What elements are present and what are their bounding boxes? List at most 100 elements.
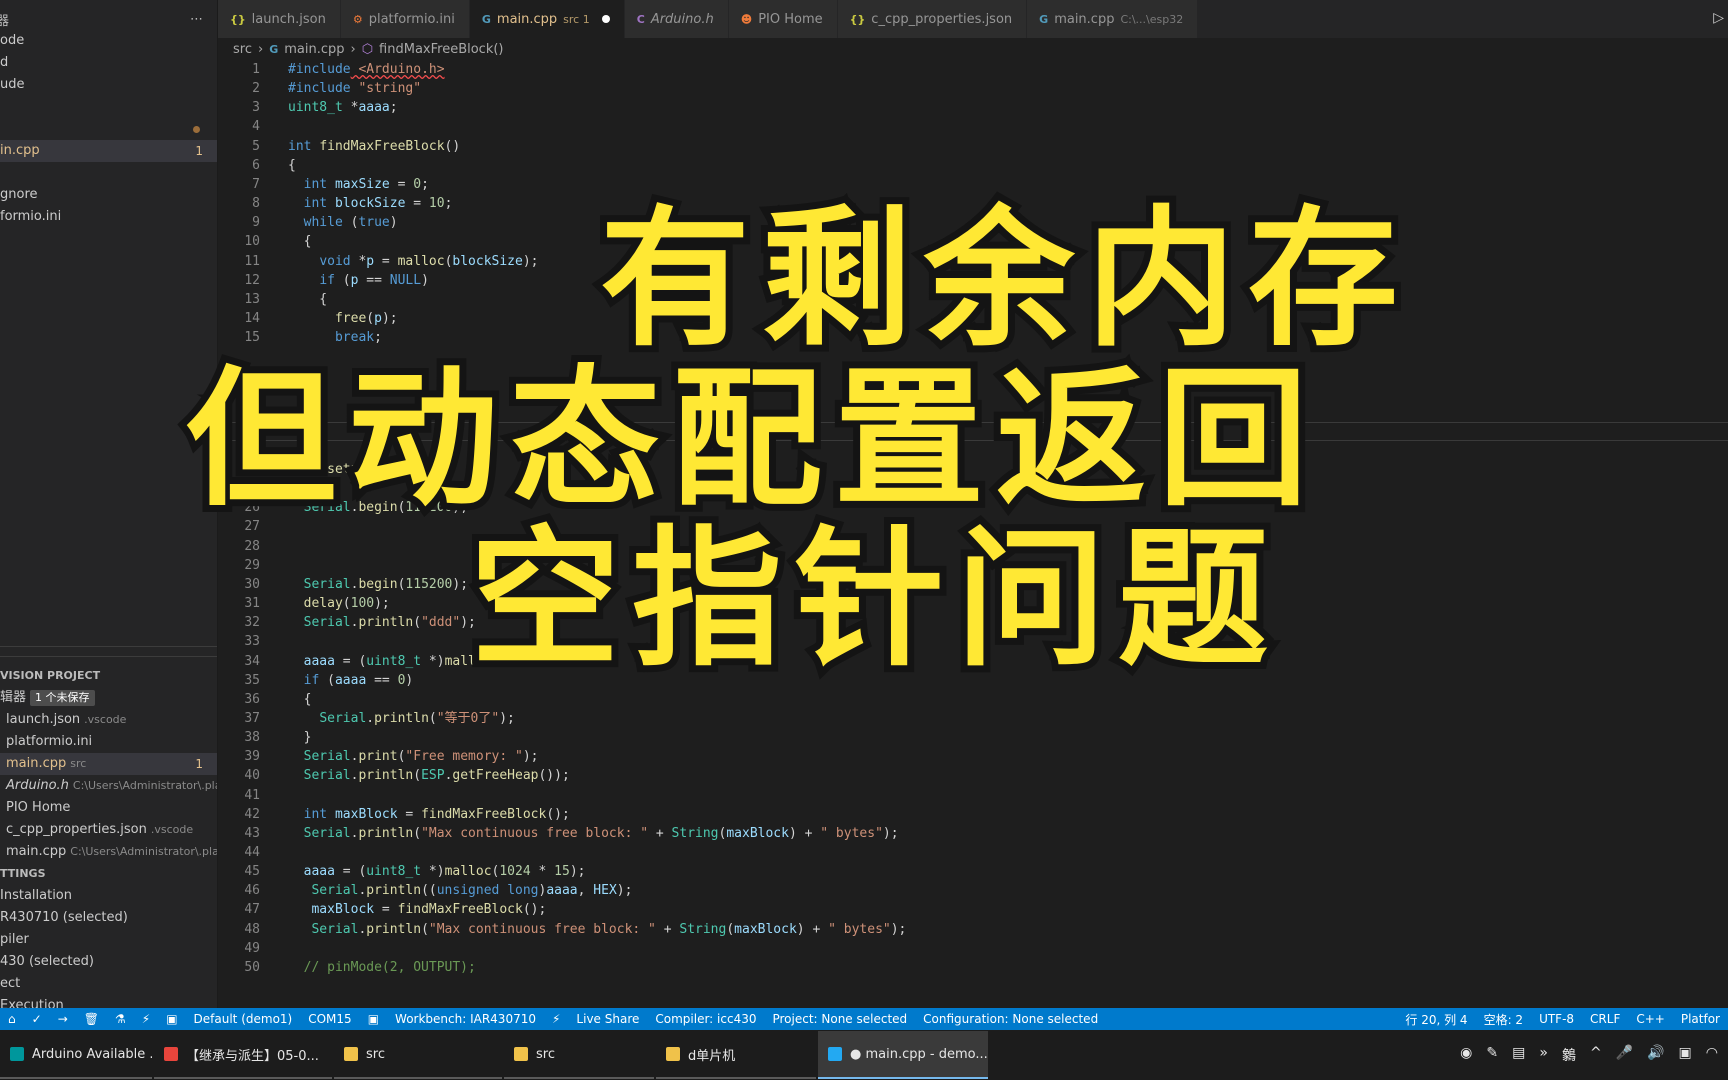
code-editor[interactable]: 1 #include <Arduino.h> 2 #include "string" 3… <box>218 60 1728 1008</box>
code-line[interactable]: 4 <box>218 117 288 136</box>
breadcrumb-folder[interactable]: src <box>233 42 252 57</box>
status-item[interactable]: ⚡ <box>544 1012 568 1026</box>
project-section-header[interactable]: VISION PROJECT <box>0 665 217 687</box>
open-editor-item[interactable]: Arduino.h C:\Users\Administrator\.pla... <box>0 775 217 797</box>
tab-main-cpp[interactable]: Gmain.cpp C:\...\esp32 <box>1027 0 1199 38</box>
tab-platformio-ini[interactable]: ⚙ platformio.ini <box>340 0 470 38</box>
code-line[interactable]: 2 #include "string" <box>218 79 421 98</box>
explorer-item[interactable]: gnore <box>0 184 217 206</box>
open-editor-item[interactable]: main.cpp C:\Users\Administrator\.pla... <box>0 841 217 863</box>
code-line[interactable]: 24 void setup() <box>218 460 382 479</box>
open-editor-item[interactable]: platformio.ini <box>0 731 217 753</box>
code-line[interactable]: 7 int maxSize = 0; <box>218 175 429 194</box>
settings-section-header[interactable]: TTINGS <box>0 863 217 885</box>
status-item[interactable]: Live Share <box>568 1012 647 1026</box>
tab-main-cpp[interactable]: Gmain.cpp src 1 <box>469 0 625 38</box>
taskbar-item[interactable]: 【继承与派生】05-0... <box>154 1031 332 1079</box>
code-line[interactable]: 32 Serial.println("ddd"); <box>218 613 476 632</box>
taskbar-item[interactable]: ● main.cpp - demo... <box>818 1031 988 1079</box>
explorer-item[interactable]: ode <box>0 30 217 52</box>
status-item[interactable]: 空格: 2 <box>1476 1011 1532 1028</box>
taskbar-item[interactable]: src <box>504 1031 654 1079</box>
settings-item[interactable]: Installation <box>0 885 217 907</box>
code-line[interactable]: 45 aaaa = (uint8_t *)malloc(1024 * 15); <box>218 862 585 881</box>
explorer-item[interactable]: formio.ini <box>0 206 217 228</box>
tab-launch-json[interactable]: {} launch.json <box>218 0 341 38</box>
settings-item[interactable]: ect <box>0 973 217 995</box>
open-editor-item[interactable]: c_cpp_properties.json .vscode <box>0 819 217 841</box>
status-item[interactable]: ▣ <box>360 1012 387 1026</box>
explorer-item[interactable]: d <box>0 52 217 74</box>
tray-icon[interactable]: ^ <box>1590 1045 1602 1065</box>
explorer-item[interactable] <box>0 162 217 184</box>
explorer-item[interactable] <box>0 96 217 118</box>
code-line[interactable]: 40 Serial.println(ESP.getFreeHeap()); <box>218 766 569 785</box>
status-item[interactable]: ⚗ <box>107 1012 134 1026</box>
code-line[interactable]: 1 #include <Arduino.h> <box>218 60 444 79</box>
status-item[interactable]: Default (demo1) <box>186 1012 301 1026</box>
status-item[interactable]: Compiler: icc430 <box>647 1012 764 1026</box>
code-line[interactable]: 42 int maxBlock = findMaxFreeBlock(); <box>218 805 569 824</box>
tab-pio-home[interactable]: ☻ PIO Home <box>728 0 838 38</box>
code-line[interactable]: 11 void *p = malloc(blockSize); <box>218 252 538 271</box>
settings-item[interactable]: piler <box>0 929 217 951</box>
code-line[interactable]: 41 <box>218 786 288 805</box>
tray-icon[interactable]: ✎ <box>1486 1045 1498 1065</box>
code-line[interactable]: 46 Serial.println((unsigned long)aaaa, H… <box>218 881 632 900</box>
ellipsis-icon[interactable]: ⋯ <box>190 12 203 27</box>
status-item[interactable]: Platfor <box>1673 1011 1728 1028</box>
code-line[interactable]: 49 <box>218 939 288 958</box>
status-item[interactable]: ⌂ <box>0 1012 24 1026</box>
code-line[interactable]: 31 delay(100); <box>218 594 389 613</box>
code-line[interactable]: 10 { <box>218 232 311 251</box>
tray-icon[interactable]: » <box>1539 1045 1548 1065</box>
code-line[interactable]: 50 // pinMode(2, OUTPUT); <box>218 958 476 977</box>
code-line[interactable]: 39 Serial.print("Free memory: "); <box>218 747 538 766</box>
code-line[interactable]: 36 { <box>218 690 311 709</box>
settings-item[interactable]: Execution <box>0 995 217 1008</box>
breadcrumb-file[interactable]: main.cpp <box>284 42 344 57</box>
status-item[interactable]: UTF-8 <box>1531 1011 1582 1028</box>
explorer-item[interactable]: in.cpp 1 <box>0 140 217 162</box>
status-item[interactable]: COM15 <box>300 1012 359 1026</box>
tray-icon[interactable]: ▤ <box>1512 1045 1525 1065</box>
code-line[interactable]: 26 Serial.begin(115200); <box>218 498 468 517</box>
tray-icon[interactable]: 🎤 <box>1616 1045 1633 1065</box>
taskbar-item[interactable]: Arduino Available ... <box>0 1031 152 1079</box>
open-editor-item[interactable]: launch.json .vscode <box>0 709 217 731</box>
settings-item[interactable]: R430710 (selected) <box>0 907 217 929</box>
status-item[interactable]: C++ <box>1628 1011 1673 1028</box>
status-item[interactable]: Workbench: IAR430710 <box>387 1012 544 1026</box>
code-line[interactable]: 33 <box>218 632 288 651</box>
taskbar-item[interactable]: d单片机 <box>656 1031 816 1079</box>
code-line[interactable]: 3 uint8_t *aaaa; <box>218 98 397 117</box>
code-line[interactable]: 14 free(p); <box>218 309 397 328</box>
code-line[interactable]: 13 { <box>218 290 327 309</box>
open-editors-header[interactable]: 辑器 1 个未保存 <box>0 687 217 709</box>
status-item[interactable]: 🗑 <box>76 1012 107 1026</box>
status-item[interactable]: → <box>50 1012 76 1026</box>
status-item[interactable]: Project: None selected <box>764 1012 915 1026</box>
code-line[interactable]: 28 <box>218 537 288 556</box>
settings-item[interactable]: 430 (selected) <box>0 951 217 973</box>
code-line[interactable]: 34 aaaa = (uint8_t *)malloc(1024 * 107); <box>218 652 593 671</box>
run-icon[interactable]: ▷ <box>1713 10 1724 26</box>
tray-icon[interactable]: ▣ <box>1679 1045 1692 1065</box>
status-item[interactable]: ⚡ <box>134 1012 158 1026</box>
explorer-item[interactable]: ude <box>0 74 217 96</box>
breadcrumb-symbol[interactable]: findMaxFreeBlock() <box>379 42 503 57</box>
status-item[interactable]: ▣ <box>158 1012 185 1026</box>
status-item[interactable]: ✓ <box>24 1012 50 1026</box>
status-item[interactable]: Configuration: None selected <box>915 1012 1106 1026</box>
unsaved-dot-icon[interactable] <box>601 15 610 23</box>
tab-c-cpp-properties-json[interactable]: {} c_cpp_properties.json <box>837 0 1028 38</box>
tab-arduino-h[interactable]: C Arduino.h <box>624 0 729 38</box>
code-line[interactable]: 12 if (p == NULL) <box>218 271 429 290</box>
code-line[interactable]: 48 Serial.println("Max continuous free b… <box>218 920 906 939</box>
code-line[interactable]: 43 Serial.println("Max continuous free b… <box>218 824 898 843</box>
code-line[interactable]: 27 <box>218 517 288 536</box>
code-line[interactable]: 8 int blockSize = 10; <box>218 194 452 213</box>
open-editor-item[interactable]: main.cpp src 1 <box>0 753 217 775</box>
tray-icon[interactable]: ◉ <box>1460 1045 1472 1065</box>
tray-icon[interactable]: ◠ <box>1706 1045 1718 1065</box>
